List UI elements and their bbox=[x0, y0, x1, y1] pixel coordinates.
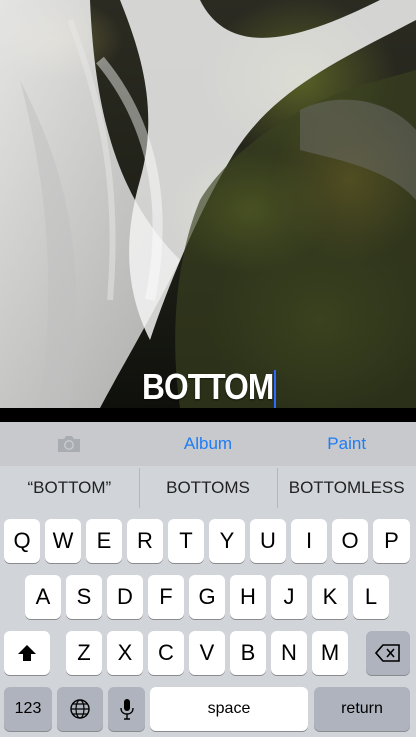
key-k[interactable]: K bbox=[312, 575, 348, 619]
paint-button[interactable]: Paint bbox=[277, 434, 416, 454]
album-button[interactable]: Album bbox=[139, 434, 278, 454]
shift-key[interactable] bbox=[4, 631, 50, 675]
shift-icon bbox=[18, 645, 36, 661]
key-t[interactable]: T bbox=[168, 519, 204, 563]
caption-overlay[interactable]: BOTTOM bbox=[0, 366, 416, 408]
numbers-key[interactable]: 123 bbox=[4, 687, 52, 731]
globe-icon bbox=[70, 699, 90, 719]
key-v[interactable]: V bbox=[189, 631, 225, 675]
key-d[interactable]: D bbox=[107, 575, 143, 619]
key-g[interactable]: G bbox=[189, 575, 225, 619]
globe-key[interactable] bbox=[57, 687, 103, 731]
key-m[interactable]: M bbox=[312, 631, 348, 675]
key-f[interactable]: F bbox=[148, 575, 184, 619]
camera-icon bbox=[58, 436, 81, 452]
dictation-key[interactable] bbox=[108, 687, 145, 731]
key-q[interactable]: Q bbox=[4, 519, 40, 563]
keyboard: Q W E R T Y U I O P A S D F G H J K L Z … bbox=[0, 510, 416, 737]
key-y[interactable]: Y bbox=[209, 519, 245, 563]
photo-canvas[interactable] bbox=[0, 0, 416, 408]
key-w[interactable]: W bbox=[45, 519, 81, 563]
key-r[interactable]: R bbox=[127, 519, 163, 563]
backspace-key[interactable] bbox=[366, 631, 410, 675]
key-b[interactable]: B bbox=[230, 631, 266, 675]
key-e[interactable]: E bbox=[86, 519, 122, 563]
input-toolbar: Album Paint bbox=[0, 422, 416, 466]
key-c[interactable]: C bbox=[148, 631, 184, 675]
suggestion-3[interactable]: BOTTOMLESS bbox=[277, 468, 416, 508]
predictive-bar: “BOTTOM” BOTTOMS BOTTOMLESS bbox=[0, 466, 416, 510]
key-p[interactable]: P bbox=[373, 519, 410, 563]
key-z[interactable]: Z bbox=[66, 631, 102, 675]
key-s[interactable]: S bbox=[66, 575, 102, 619]
key-x[interactable]: X bbox=[107, 631, 143, 675]
caption-text[interactable]: BOTTOM bbox=[142, 366, 274, 408]
key-o[interactable]: O bbox=[332, 519, 368, 563]
key-l[interactable]: L bbox=[353, 575, 389, 619]
key-u[interactable]: U bbox=[250, 519, 286, 563]
key-h[interactable]: H bbox=[230, 575, 266, 619]
key-i[interactable]: I bbox=[291, 519, 327, 563]
return-key[interactable]: return bbox=[314, 687, 410, 731]
key-n[interactable]: N bbox=[271, 631, 307, 675]
space-key[interactable]: space bbox=[150, 687, 308, 731]
suggestion-1[interactable]: “BOTTOM” bbox=[0, 478, 139, 498]
text-cursor bbox=[274, 370, 276, 410]
key-a[interactable]: A bbox=[25, 575, 61, 619]
photo-bottom-border bbox=[0, 408, 416, 422]
suggestion-2[interactable]: BOTTOMS bbox=[138, 468, 278, 508]
camera-button[interactable] bbox=[0, 434, 139, 454]
key-j[interactable]: J bbox=[271, 575, 307, 619]
microphone-icon bbox=[119, 699, 134, 720]
backspace-icon bbox=[375, 644, 400, 662]
